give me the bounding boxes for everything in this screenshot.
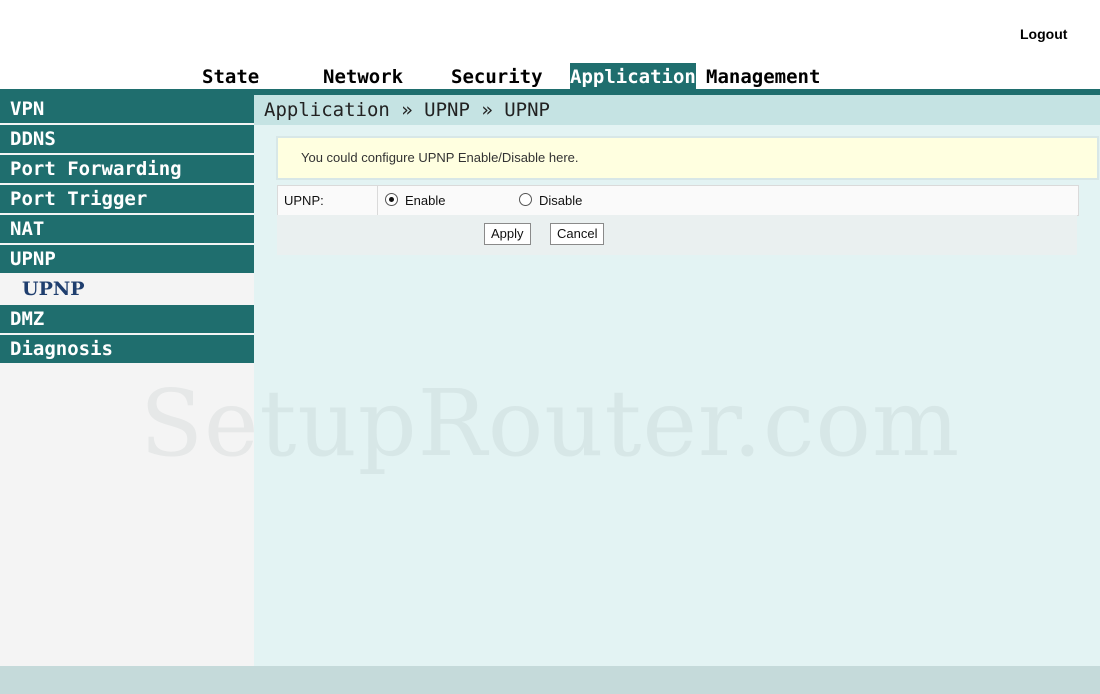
cancel-button[interactable]: Cancel bbox=[550, 223, 605, 245]
upnp-disable-radio[interactable]: Disable bbox=[519, 186, 582, 215]
upnp-disable-label: Disable bbox=[539, 193, 583, 208]
sidebar-item-dmz[interactable]: DMZ bbox=[0, 305, 254, 333]
apply-button[interactable]: Apply bbox=[484, 223, 531, 245]
button-row: Apply Cancel bbox=[277, 215, 1077, 255]
upnp-setting-row: UPNP: Enable Disable bbox=[277, 185, 1079, 216]
footer-bar bbox=[0, 666, 1100, 694]
sidebar-item-diagnosis[interactable]: Diagnosis bbox=[0, 335, 254, 363]
top-navigation: State Network Security Application Manag… bbox=[0, 63, 1100, 89]
sidebar-item-port-trigger[interactable]: Port Trigger bbox=[0, 185, 254, 213]
main-content: Application » UPNP » UPNP You could conf… bbox=[254, 95, 1100, 666]
breadcrumb: Application » UPNP » UPNP bbox=[254, 95, 1100, 125]
sidebar-item-port-forwarding[interactable]: Port Forwarding bbox=[0, 155, 254, 183]
sidebar-subitem-upnp[interactable]: UPNP bbox=[0, 275, 254, 303]
tab-state[interactable]: State bbox=[202, 63, 266, 89]
sidebar-item-nat[interactable]: NAT bbox=[0, 215, 254, 243]
radio-checked-icon[interactable] bbox=[385, 193, 398, 206]
sidebar: VPN DDNS Port Forwarding Port Trigger NA… bbox=[0, 95, 254, 666]
sidebar-item-upnp[interactable]: UPNP bbox=[0, 245, 254, 273]
sidebar-item-ddns[interactable]: DDNS bbox=[0, 125, 254, 153]
tab-application[interactable]: Application bbox=[570, 63, 696, 89]
upnp-enable-radio[interactable]: Enable bbox=[385, 186, 445, 215]
logout-link[interactable]: Logout bbox=[1020, 26, 1067, 42]
tab-network[interactable]: Network bbox=[323, 63, 415, 89]
upnp-enable-label: Enable bbox=[405, 193, 446, 208]
info-notice: You could configure UPNP Enable/Disable … bbox=[276, 136, 1099, 180]
radio-unchecked-icon[interactable] bbox=[519, 193, 532, 206]
tab-management[interactable]: Management bbox=[706, 63, 830, 89]
upnp-label: UPNP: bbox=[278, 186, 378, 215]
sidebar-item-vpn[interactable]: VPN bbox=[0, 95, 254, 123]
tab-security[interactable]: Security bbox=[451, 63, 555, 89]
